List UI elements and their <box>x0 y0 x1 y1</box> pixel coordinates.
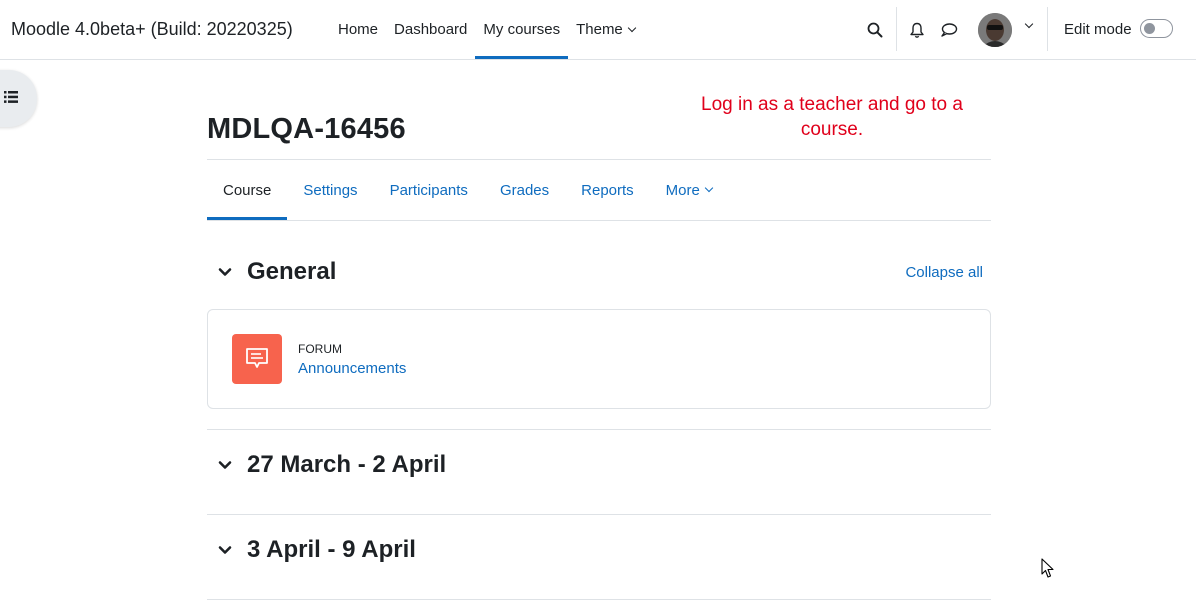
nav-home-label: Home <box>338 21 379 38</box>
navbar-divider <box>896 7 897 51</box>
page-title: MDLQA-16456 <box>207 113 406 145</box>
navbar: Moodle 4.0beta+ (Build: 20220325) Home D… <box>0 0 1196 60</box>
toggle-knob <box>1144 23 1155 34</box>
tab-grades[interactable]: Grades <box>484 160 565 220</box>
site-brand[interactable]: Moodle 4.0beta+ (Build: 20220325) <box>11 19 293 40</box>
section-divider <box>207 514 991 515</box>
activity-card: FORUM Announcements <box>207 309 991 409</box>
nav-my-courses-label: My courses <box>483 21 561 38</box>
section-general-header: General Collapse all <box>207 253 991 293</box>
section-title[interactable]: General <box>247 258 336 286</box>
tab-reports-label: Reports <box>581 181 634 199</box>
primary-navigation: Home Dashboard My courses Theme <box>330 0 643 59</box>
tab-more[interactable]: More <box>650 160 728 220</box>
section-divider <box>207 599 991 600</box>
bell-icon[interactable] <box>907 20 927 40</box>
tab-course[interactable]: Course <box>207 160 288 220</box>
message-icon[interactable] <box>939 20 959 40</box>
section-week-1-header: 27 March - 2 April <box>207 446 991 486</box>
section-week-2-header: 3 April - 9 April <box>207 531 991 571</box>
section-title[interactable]: 3 April - 9 April <box>247 536 416 564</box>
edit-mode-label: Edit mode <box>1064 21 1132 38</box>
section-divider <box>207 429 991 430</box>
user-menu-chevron-down-icon[interactable] <box>1024 19 1034 29</box>
tab-reports[interactable]: Reports <box>565 160 650 220</box>
chevron-down-icon[interactable] <box>218 543 232 557</box>
tab-participants-label: Participants <box>389 181 468 199</box>
activity-type: FORUM <box>298 342 342 356</box>
nav-home[interactable]: Home <box>330 0 386 59</box>
avatar[interactable] <box>978 13 1012 47</box>
annotation-text: Log in as a teacher and go to a course. <box>701 94 963 140</box>
chevron-down-icon <box>704 183 714 193</box>
course-index-toggle[interactable] <box>0 70 37 127</box>
tab-course-label: Course <box>223 181 272 199</box>
chevron-down-icon <box>627 23 637 32</box>
nav-theme-label: Theme <box>576 21 623 38</box>
search-icon[interactable] <box>865 20 885 40</box>
tab-settings-label: Settings <box>303 181 358 199</box>
tab-more-label: More <box>665 181 700 199</box>
nav-dashboard[interactable]: Dashboard <box>386 0 475 59</box>
tab-grades-label: Grades <box>499 181 550 199</box>
chevron-down-icon[interactable] <box>218 265 232 279</box>
activity-link[interactable]: Announcements <box>298 360 406 377</box>
mouse-cursor-icon <box>1041 558 1054 578</box>
navbar-divider-2 <box>1047 7 1048 51</box>
tab-participants[interactable]: Participants <box>374 160 484 220</box>
nav-my-courses[interactable]: My courses <box>475 0 568 59</box>
chevron-down-icon[interactable] <box>218 458 232 472</box>
nav-theme[interactable]: Theme <box>568 0 643 59</box>
nav-dashboard-label: Dashboard <box>394 21 468 38</box>
tab-settings[interactable]: Settings <box>287 160 373 220</box>
collapse-all-link[interactable]: Collapse all <box>905 264 983 281</box>
list-icon <box>4 91 18 103</box>
forum-icon[interactable] <box>232 334 282 384</box>
secondary-navigation: Course Settings Participants Grades Repo… <box>207 160 728 220</box>
section-title[interactable]: 27 March - 2 April <box>247 451 446 479</box>
edit-mode-toggle[interactable] <box>1140 19 1173 38</box>
tabs-divider <box>207 220 991 221</box>
